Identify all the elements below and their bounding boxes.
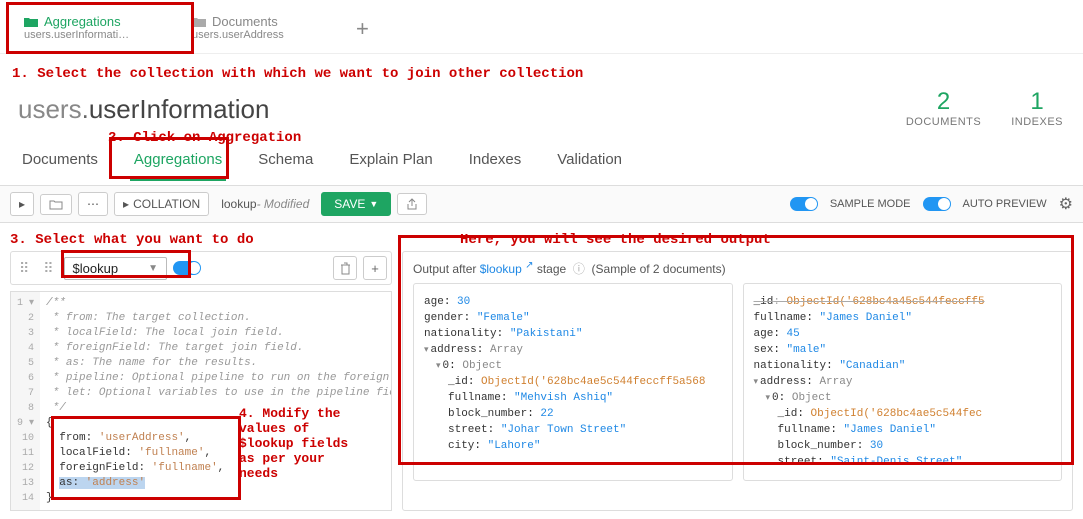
info-icon: ⓘ [573, 262, 585, 276]
stat-indexes: 1 INDEXES [1011, 88, 1063, 128]
folder-icon [24, 17, 38, 27]
line-gutter: 1 ▾23456789 ▾1011121314 [11, 292, 40, 510]
file-tab-type: Aggregations [44, 14, 121, 29]
toggle-panel-button[interactable]: ▸ [10, 192, 34, 216]
output-header-suffix: stage [533, 262, 566, 276]
code-editor[interactable]: 1 ▾23456789 ▾1011121314 /** * from: The … [10, 291, 392, 511]
more-button[interactable]: ⋯ [78, 192, 108, 216]
pipeline-name: lookup- Modified [215, 197, 315, 211]
trash-icon [340, 262, 351, 275]
caret-down-icon[interactable]: ▾ [766, 390, 771, 406]
caret-down-icon[interactable]: ▾ [754, 374, 759, 390]
tab-validation[interactable]: Validation [553, 143, 626, 181]
stat-num: 1 [1011, 88, 1063, 116]
caret-down-icon[interactable]: ▾ [424, 342, 429, 358]
grip-icon[interactable]: ⠿ [15, 260, 33, 277]
tab-explain-plan[interactable]: Explain Plan [345, 143, 436, 181]
add-tab-button[interactable]: + [346, 16, 379, 42]
lookup-docs-link[interactable]: $lookup ↗ [480, 262, 534, 276]
grip-icon[interactable]: ⠿ [39, 260, 57, 277]
chevron-down-icon: ▼ [148, 263, 158, 274]
chevron-down-icon: ▼ [369, 199, 378, 209]
output-panel: Output after $lookup ↗ stage ⓘ (Sample o… [402, 251, 1073, 511]
save-button[interactable]: SAVE ▼ [321, 192, 391, 216]
auto-preview-label: AUTO PREVIEW [963, 198, 1047, 210]
output-sample-count: (Sample of 2 documents) [592, 262, 726, 276]
stage-header: ⠿ ⠿ $lookup ▼ + [10, 251, 392, 285]
pipeline-name-text: lookup [221, 197, 256, 211]
delete-stage-button[interactable] [333, 256, 357, 280]
add-stage-button[interactable]: + [363, 256, 387, 280]
db-name: users [18, 94, 82, 124]
stage-operator-select[interactable]: $lookup ▼ [64, 257, 167, 280]
file-tab-documents[interactable]: Documents users.userAddress [178, 8, 338, 49]
sample-mode-label: SAMPLE MODE [830, 198, 911, 210]
stat-num: 2 [906, 88, 981, 116]
pipeline-state: - Modified [257, 197, 310, 211]
collection-stats: 2 DOCUMENTS 1 INDEXES [906, 88, 1063, 128]
toolbar: ▸ ⋯ ▸ COLLATION lookup- Modified SAVE ▼ … [0, 185, 1083, 223]
file-tab-type: Documents [212, 14, 278, 29]
output-document-1: age: 30 gender: "Female" nationality: "P… [413, 283, 733, 481]
collation-button[interactable]: ▸ COLLATION [114, 192, 209, 216]
file-tabs: Aggregations users.userInformati… Docume… [0, 0, 1083, 54]
output-document-2: _id: ObjectId('628bc4a45c544feccff5 full… [743, 283, 1063, 481]
stat-label: DOCUMENTS [906, 116, 981, 128]
file-tab-aggregations[interactable]: Aggregations users.userInformati… [10, 8, 170, 49]
tab-aggregations[interactable]: Aggregations [130, 143, 226, 181]
auto-preview-toggle[interactable] [923, 197, 951, 211]
tab-schema[interactable]: Schema [254, 143, 317, 181]
gear-icon[interactable]: ⚙ [1059, 194, 1073, 214]
open-folder-button[interactable] [40, 194, 72, 215]
output-header: Output after $lookup ↗ stage ⓘ (Sample o… [413, 260, 1062, 277]
stat-label: INDEXES [1011, 116, 1063, 128]
export-button[interactable] [397, 193, 427, 215]
save-label: SAVE [334, 197, 365, 211]
caret-down-icon[interactable]: ▾ [436, 358, 441, 374]
folder-open-icon [49, 199, 63, 210]
nav-tabs: Documents Aggregations Schema Explain Pl… [0, 143, 1083, 181]
collection-name: userInformation [89, 94, 270, 124]
stat-documents: 2 DOCUMENTS [906, 88, 981, 128]
file-tab-sub: users.userInformati… [24, 29, 156, 41]
output-header-prefix: Output after [413, 262, 480, 276]
stage-operator-value: $lookup [73, 261, 119, 276]
folder-icon [192, 17, 206, 27]
annotation-step1: 1. Select the collection with which we w… [12, 66, 583, 82]
file-tab-sub: users.userAddress [192, 29, 324, 41]
stage-enabled-toggle[interactable] [173, 261, 201, 275]
code-content: /** * from: The target collection. * loc… [40, 292, 391, 510]
export-icon [406, 198, 418, 210]
sample-mode-toggle[interactable] [790, 197, 818, 211]
tab-documents[interactable]: Documents [18, 143, 102, 181]
page-title: users.userInformation [18, 94, 269, 124]
collation-label: COLLATION [133, 197, 200, 211]
tab-indexes[interactable]: Indexes [465, 143, 526, 181]
